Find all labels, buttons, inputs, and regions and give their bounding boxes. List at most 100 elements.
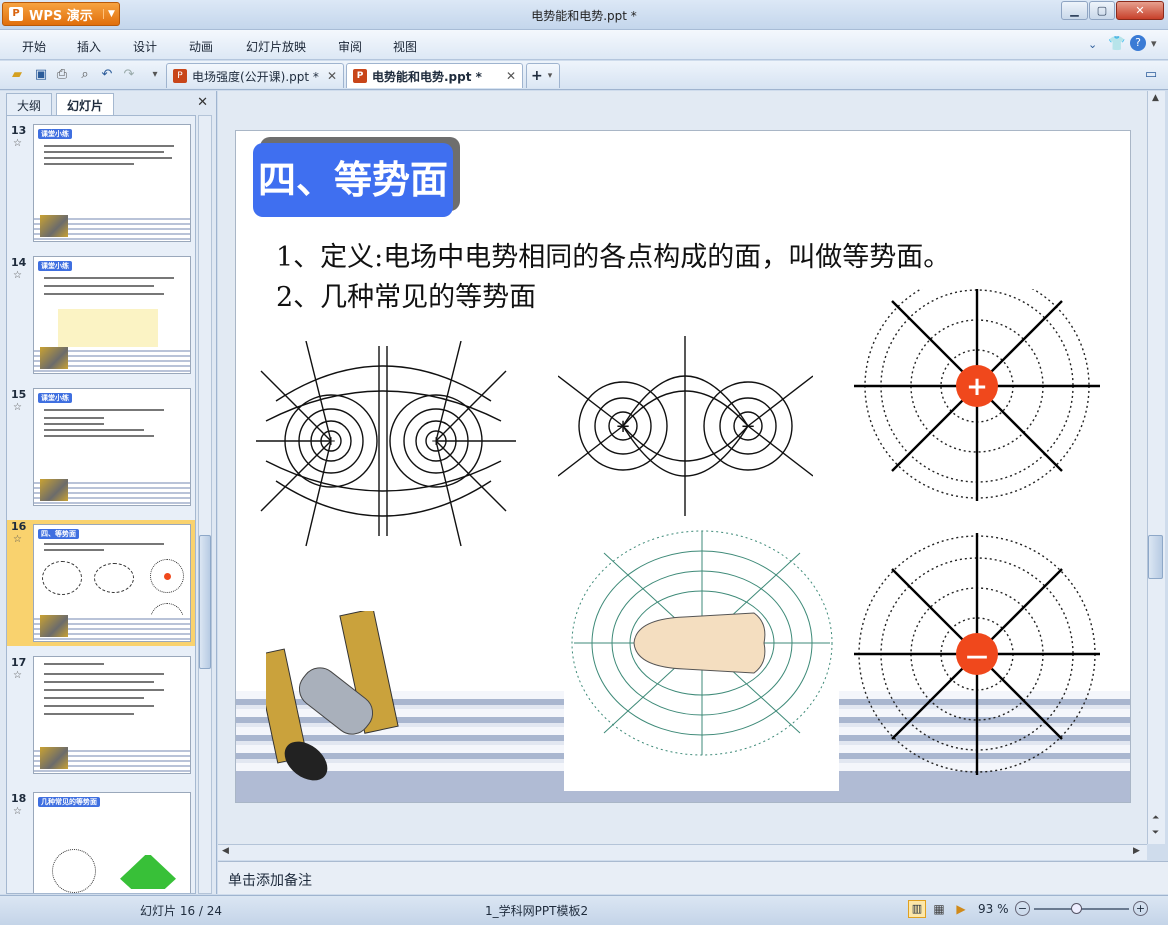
- title-bar: P WPS 演示 ▼ 电势能和电势.ppt * ▁ ▢ ✕: [0, 0, 1168, 30]
- close-window-button[interactable]: ✕: [1116, 1, 1164, 20]
- animation-star-icon: ☆: [13, 670, 22, 681]
- window-layout-icon[interactable]: ▭: [1142, 66, 1160, 84]
- plus-charge-label: +: [431, 434, 441, 448]
- menu-insert[interactable]: 插入: [77, 38, 101, 55]
- slideshow-icon[interactable]: ▶: [952, 900, 970, 918]
- minus-sign: —: [966, 644, 988, 669]
- conductor-shape: [633, 612, 766, 674]
- print-preview-icon[interactable]: ⌕: [76, 66, 94, 84]
- thumb-text-line: [44, 429, 144, 431]
- conductor-field-figure: [564, 523, 839, 791]
- menu-home[interactable]: 开始: [22, 38, 46, 55]
- slide-number: 13: [11, 124, 27, 137]
- slide-thumbnail-17[interactable]: 17 ☆: [7, 656, 195, 782]
- slide-sorter-icon[interactable]: ▦: [930, 900, 948, 918]
- next-slide-icon[interactable]: ⏷: [1152, 828, 1159, 838]
- slide-thumbnail-15[interactable]: 15 ☆ 课堂小练: [7, 388, 195, 514]
- like-charges-field-diagram: + +: [256, 341, 516, 547]
- zoom-slider-thumb[interactable]: [1071, 903, 1082, 914]
- zoom-level: 93 %: [978, 902, 1009, 916]
- zoom-out-button[interactable]: −: [1015, 901, 1030, 916]
- thumb-text-line: [44, 435, 154, 437]
- thumb-text-line: [44, 423, 104, 425]
- scroll-right-icon[interactable]: ▶: [1133, 846, 1140, 856]
- editor-scrollbar-thumb[interactable]: [1148, 535, 1163, 579]
- editor-vertical-scrollbar[interactable]: ▲ ⏶ ⏷: [1147, 91, 1165, 844]
- zoom-in-button[interactable]: +: [1133, 901, 1148, 916]
- toolbar-dropdown-icon[interactable]: ▾: [146, 66, 164, 84]
- tab-slides[interactable]: 幻灯片: [56, 93, 115, 115]
- tab-outline[interactable]: 大纲: [6, 93, 53, 115]
- wps-presentation-window: P WPS 演示 ▼ 电势能和电势.ppt * ▁ ▢ ✕ 开始 插入 设计 动…: [0, 0, 1168, 925]
- undo-icon[interactable]: ↶: [98, 66, 116, 84]
- thumb-text-line: [44, 409, 164, 411]
- tab-label: 电场强度(公开课).ppt *: [192, 69, 319, 84]
- slide-navigation-pane: 大纲 幻灯片 ✕ 13 ☆ 课堂小练 14 ☆ 课堂小练 15 ☆ 课堂小练 1…: [0, 91, 217, 894]
- potential-surface-3d: [120, 855, 176, 889]
- thumb-text-line: [44, 663, 104, 665]
- thumbnail-title: 四、等势面: [38, 529, 79, 539]
- tab-document-1[interactable]: P 电场强度(公开课).ppt * ✕: [166, 63, 344, 88]
- menu-review[interactable]: 审阅: [338, 38, 362, 55]
- satellite-icon: [40, 747, 68, 769]
- print-icon[interactable]: ⎙: [53, 66, 71, 84]
- definition-text[interactable]: 1、定义:电场中电势相同的各点构成的面，叫做等势面。: [276, 235, 950, 274]
- notes-placeholder: 单击添加备注: [228, 873, 312, 889]
- positive-charge-label: +: [615, 416, 630, 437]
- open-folder-icon[interactable]: ▰: [8, 66, 26, 84]
- scroll-up-icon[interactable]: ▲: [1152, 93, 1159, 103]
- thumbnail-image: 四、等势面: [33, 524, 191, 642]
- thumb-text-line: [44, 681, 154, 683]
- close-tab-icon[interactable]: ✕: [327, 69, 337, 83]
- prev-slide-icon[interactable]: ⏶: [1152, 813, 1159, 823]
- maximize-button[interactable]: ▢: [1089, 1, 1115, 20]
- slide-title[interactable]: 四、等势面: [253, 143, 453, 217]
- notes-pane[interactable]: 单击添加备注: [218, 861, 1168, 894]
- normal-view-icon[interactable]: ▥: [908, 900, 926, 918]
- menu-design[interactable]: 设计: [133, 38, 157, 55]
- redo-icon[interactable]: ↷: [120, 66, 138, 84]
- quick-access-toolbar: ▰ ▣ ⎙ ⌕ ↶ ↷ ▾ P 电场强度(公开课).ppt * ✕ P 电势能和…: [0, 61, 1168, 90]
- slide-thumbnail-16[interactable]: 16 ☆ 四、等势面: [7, 520, 195, 646]
- subheading-text[interactable]: 2、几种常见的等势面: [276, 275, 536, 314]
- thumb-text-line: [44, 151, 164, 153]
- minimize-button[interactable]: ▁: [1061, 1, 1088, 20]
- slide-thumbnail-18[interactable]: 18 ☆ 几种常见的等势面: [7, 792, 195, 893]
- new-tab-dropdown-icon: ▾: [547, 71, 553, 81]
- satellite-icon: [40, 215, 68, 237]
- skin-shirt-icon[interactable]: 👕: [1108, 36, 1125, 52]
- thumb-text-line: [44, 705, 154, 707]
- help-dropdown-icon[interactable]: ▾: [1151, 37, 1157, 50]
- close-tab-icon[interactable]: ✕: [506, 69, 516, 83]
- tab-label: 电势能和电势.ppt *: [372, 69, 482, 84]
- thumbnail-image: 几种常见的等势面: [33, 792, 191, 893]
- slide-thumbnail-14[interactable]: 14 ☆ 课堂小练: [7, 256, 195, 382]
- pane-scrollbar[interactable]: [198, 115, 212, 894]
- plus-sign: +: [966, 372, 988, 402]
- thumb-text-line: [44, 145, 174, 147]
- close-pane-icon[interactable]: ✕: [197, 95, 208, 110]
- thumbnail-image: [33, 656, 191, 774]
- pane-scrollbar-thumb[interactable]: [199, 535, 211, 669]
- thumb-text-line: [44, 417, 104, 419]
- help-icon[interactable]: ?: [1130, 35, 1146, 51]
- editor-horizontal-scrollbar[interactable]: ◀ ▶: [218, 844, 1147, 860]
- tab-document-2[interactable]: P 电势能和电势.ppt * ✕: [346, 63, 523, 88]
- slide-number: 18: [11, 792, 27, 805]
- save-icon[interactable]: ▣: [32, 66, 50, 84]
- thumbnail-image: 课堂小练: [33, 388, 191, 506]
- menu-animation[interactable]: 动画: [189, 38, 213, 55]
- ppt-file-icon: P: [173, 69, 187, 83]
- thumb-text-line: [44, 285, 154, 287]
- slide-counter: 幻灯片 16 / 24: [140, 904, 223, 918]
- thumbnail-image: 课堂小练: [33, 256, 191, 374]
- new-tab-button[interactable]: + ▾: [526, 63, 560, 88]
- collapse-ribbon-icon[interactable]: ⌄: [1088, 38, 1097, 51]
- conductor-equipotential-diagram: [571, 530, 833, 756]
- scroll-left-icon[interactable]: ◀: [222, 846, 229, 856]
- slide-thumbnail-13[interactable]: 13 ☆ 课堂小练: [7, 124, 195, 250]
- menu-view[interactable]: 视图: [393, 38, 417, 55]
- slide-canvas[interactable]: 四、等势面 1、定义:电场中电势相同的各点构成的面，叫做等势面。 2、几种常见的…: [235, 130, 1131, 803]
- menu-slideshow[interactable]: 幻灯片放映: [246, 38, 306, 55]
- thumb-text-line: [44, 543, 164, 545]
